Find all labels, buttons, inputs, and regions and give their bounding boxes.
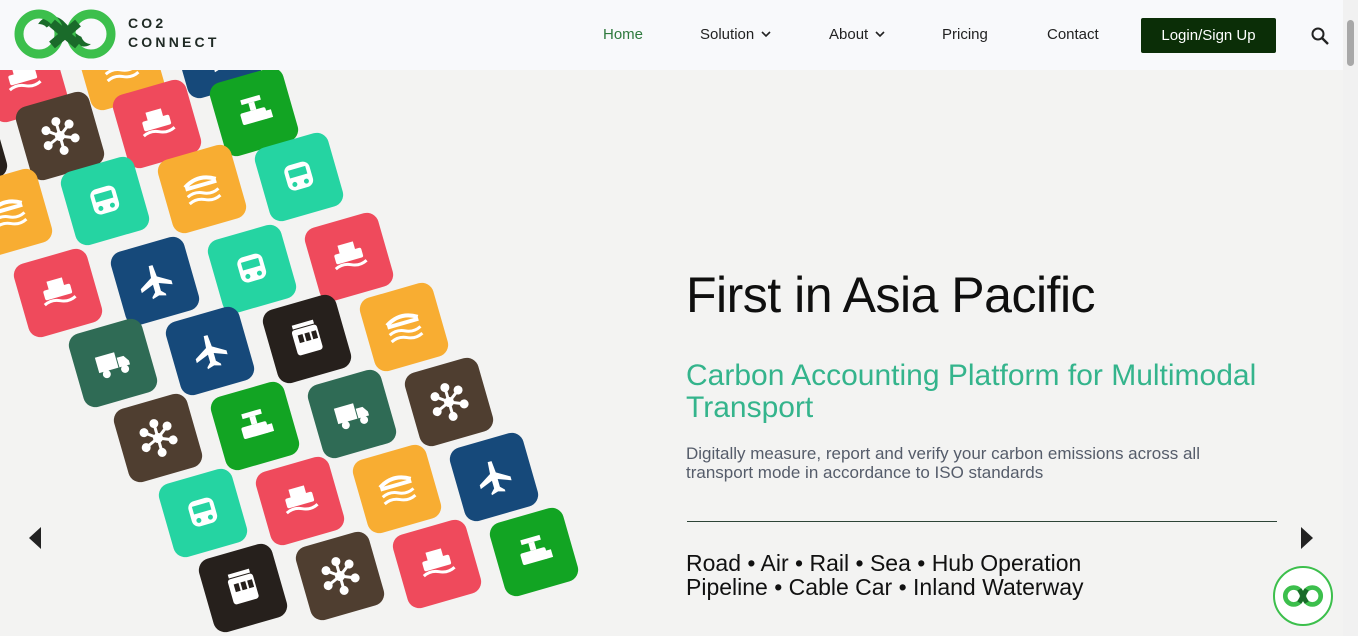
ship-tile xyxy=(392,519,482,609)
chevron-down-icon xyxy=(875,31,885,38)
hero-slider: First in Asia Pacific Carbon Accounting … xyxy=(0,70,1343,636)
nav-item-pricing[interactable]: Pricing xyxy=(942,26,988,43)
truck-tile xyxy=(307,369,397,459)
airplane-tile xyxy=(165,306,255,396)
waterway-tile xyxy=(359,282,449,372)
hero-subtitle: Carbon Accounting Platform for Multimoda… xyxy=(686,359,1257,424)
login-signup-button[interactable]: Login/Sign Up xyxy=(1141,18,1276,53)
pipeline-tile xyxy=(489,507,579,597)
brand-name[interactable]: CO2 CONNECT xyxy=(128,14,220,52)
transport-tiles-graphic xyxy=(0,70,579,633)
brand-line-1: CO2 xyxy=(128,15,167,31)
nav-item-label: About xyxy=(829,26,869,43)
hub-tile xyxy=(295,531,385,621)
ship-tile xyxy=(304,212,394,302)
cablecar-tile xyxy=(198,543,288,633)
truck-tile xyxy=(68,318,158,408)
airplane-tile xyxy=(110,236,200,326)
train-tile xyxy=(158,468,248,558)
pipeline-tile xyxy=(210,381,300,471)
transport-modes-line-1: Road • Air • Rail • Sea • Hub Operation xyxy=(686,550,1082,576)
chevron-down-icon xyxy=(761,31,771,38)
hero-divider xyxy=(687,521,1277,522)
chat-logo-icon[interactable] xyxy=(1273,566,1333,626)
nav-item-about[interactable]: About xyxy=(829,26,886,43)
brand-line-2: CONNECT xyxy=(128,34,220,50)
transport-modes: Road • Air • Rail • Sea • Hub Operation … xyxy=(686,551,1084,599)
arrow-left-icon[interactable] xyxy=(27,525,43,551)
scrollbar-thumb[interactable] xyxy=(1347,20,1354,66)
nav-item-solution[interactable]: Solution xyxy=(700,26,772,43)
hub-tile xyxy=(404,357,494,447)
waterway-tile xyxy=(352,444,442,534)
hero-description: Digitally measure, report and verify you… xyxy=(686,444,1200,482)
infinity-logo-icon[interactable] xyxy=(14,9,116,59)
nav-item-contact[interactable]: Contact xyxy=(1047,26,1099,43)
waterway-tile xyxy=(0,168,53,258)
train-tile xyxy=(207,224,297,314)
site-header: CO2 CONNECT Home Solution About Pricing … xyxy=(0,0,1343,70)
ship-tile xyxy=(13,248,103,338)
hero-title: First in Asia Pacific xyxy=(686,267,1096,323)
nav-item-label: Solution xyxy=(700,26,755,43)
transport-modes-line-2: Pipeline • Cable Car • Inland Waterway xyxy=(686,574,1084,600)
nav-item-home[interactable]: Home xyxy=(603,26,643,43)
page-scrollbar[interactable] xyxy=(1343,0,1358,636)
hub-tile xyxy=(113,393,203,483)
ship-tile xyxy=(255,456,345,546)
search-icon[interactable] xyxy=(1310,26,1330,46)
airplane-tile xyxy=(449,432,539,522)
arrow-right-icon[interactable] xyxy=(1299,525,1315,551)
cablecar-tile xyxy=(262,294,352,384)
